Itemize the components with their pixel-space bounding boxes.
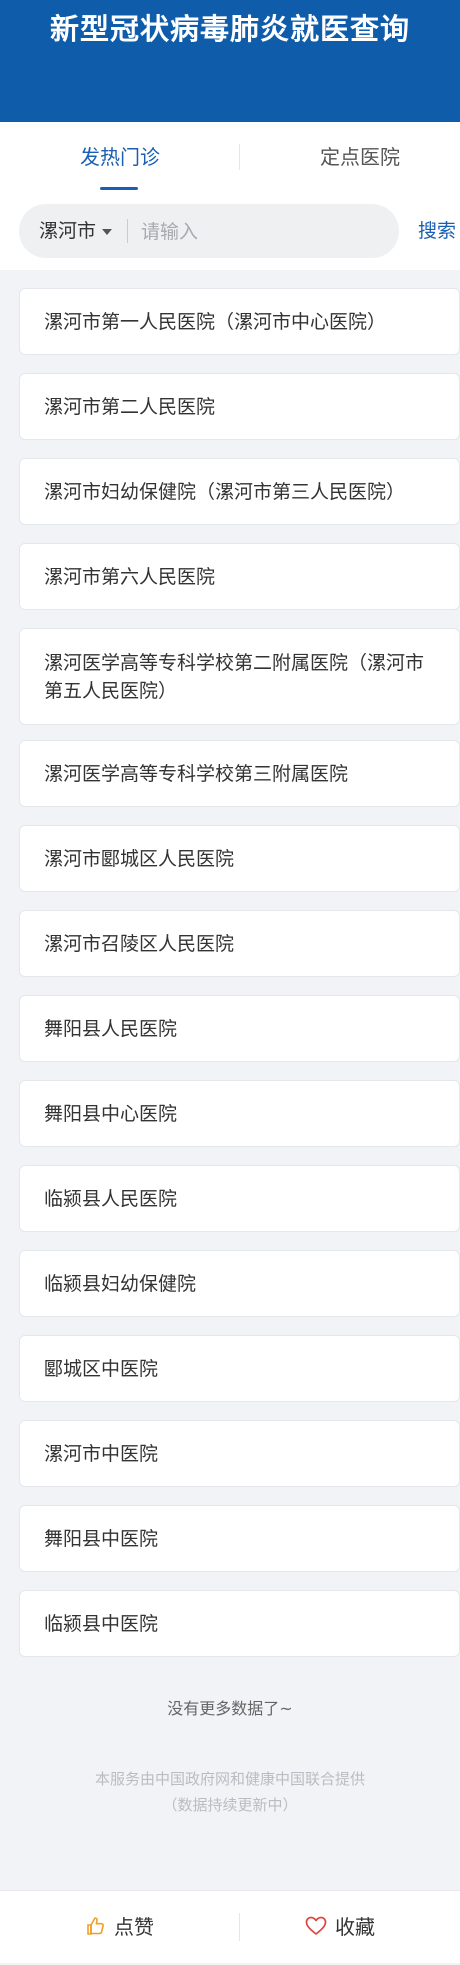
hospital-card[interactable]: 漯河市中医院: [19, 1420, 460, 1487]
favorite-label: 收藏: [335, 1915, 375, 1939]
favorite-button[interactable]: 收藏: [240, 1891, 440, 1963]
hospital-card[interactable]: 舞阳县中医院: [19, 1505, 460, 1572]
city-selector[interactable]: 漯河市: [39, 204, 113, 258]
footer-line-1: 本服务由中国政府网和健康中国联合提供: [94, 1770, 365, 1788]
hospital-card[interactable]: 漯河医学高等专科学校第三附属医院: [19, 740, 460, 807]
hospital-card[interactable]: 漯河市第二人民医院: [19, 373, 460, 440]
like-button[interactable]: 点赞: [20, 1891, 220, 1963]
city-label: 漯河市: [39, 220, 97, 242]
hospital-card[interactable]: 漯河市第一人民医院（漯河市中心医院）: [19, 288, 460, 355]
page-header: 新型冠状病毒肺炎就医查询: [0, 0, 460, 122]
page-title: 新型冠状病毒肺炎就医查询: [49, 12, 410, 46]
search-input[interactable]: [139, 212, 383, 252]
search-divider: [127, 219, 128, 243]
tab-divider: [239, 144, 240, 170]
hospital-card[interactable]: 舞阳县人民医院: [19, 995, 460, 1062]
footer-line-2: （数据持续更新中）: [162, 1796, 298, 1814]
hospital-card[interactable]: 郾城区中医院: [19, 1335, 460, 1402]
hospital-name: 漯河市妇幼保健院（漯河市第三人民医院）: [44, 480, 406, 503]
hospital-card[interactable]: 临颍县中医院: [19, 1590, 460, 1657]
hospital-name: 舞阳县中医院: [44, 1527, 159, 1550]
search-pill: 漯河市: [19, 204, 399, 258]
tab-fever-clinic[interactable]: 发热门诊: [40, 122, 200, 192]
bottom-bar: 点赞 收藏: [0, 1890, 460, 1963]
footer-note: 本服务由中国政府网和健康中国联合提供 （数据持续更新中）: [0, 1766, 460, 1818]
like-label: 点赞: [114, 1915, 154, 1939]
hospital-card[interactable]: 漯河市召陵区人民医院: [19, 910, 460, 977]
hospital-card[interactable]: 漯河市第六人民医院: [19, 543, 460, 610]
hospital-card[interactable]: 漯河市郾城区人民医院: [19, 825, 460, 892]
hospital-name: 漯河医学高等专科学校第二附属医院（漯河市第五人民医院）: [44, 651, 425, 702]
active-tab-indicator: [100, 187, 138, 190]
search-bar: 漯河市 搜索: [0, 192, 460, 270]
thumbs-up-icon: [86, 1893, 106, 1965]
hospital-name: 漯河医学高等专科学校第三附属医院: [44, 762, 349, 785]
hospital-name: 漯河市第一人民医院（漯河市中心医院）: [44, 310, 387, 333]
hospital-name: 舞阳县中心医院: [44, 1102, 178, 1125]
tab-designated-hospital[interactable]: 定点医院: [280, 122, 440, 192]
hospital-name: 漯河市第二人民医院: [44, 395, 216, 418]
hospital-name: 舞阳县人民医院: [44, 1017, 178, 1040]
heart-icon: [305, 1893, 327, 1965]
hospital-card[interactable]: 舞阳县中心医院: [19, 1080, 460, 1147]
hospital-card[interactable]: 漯河医学高等专科学校第二附属医院（漯河市第五人民医院）: [19, 628, 460, 725]
hospital-name: 临颍县人民医院: [44, 1187, 178, 1210]
hospital-card[interactable]: 临颍县妇幼保健院: [19, 1250, 460, 1317]
hospital-card[interactable]: 临颍县人民医院: [19, 1165, 460, 1232]
hospital-name: 漯河市郾城区人民医院: [44, 847, 235, 870]
hospital-name: 漯河市召陵区人民医院: [44, 932, 235, 955]
hospital-name: 临颍县中医院: [44, 1612, 159, 1635]
caret-down-icon: [102, 228, 113, 235]
hospital-card[interactable]: 漯河市妇幼保健院（漯河市第三人民医院）: [19, 458, 460, 525]
hospital-name: 漯河市第六人民医院: [44, 565, 216, 588]
no-more-data: 没有更多数据了~: [167, 1699, 293, 1718]
hospital-name: 漯河市中医院: [44, 1442, 159, 1465]
hospital-name: 临颍县妇幼保健院: [44, 1272, 197, 1295]
hospital-name: 郾城区中医院: [44, 1357, 159, 1380]
tab-bar: 发热门诊 定点医院: [0, 122, 460, 192]
search-button[interactable]: 搜索: [418, 192, 456, 270]
